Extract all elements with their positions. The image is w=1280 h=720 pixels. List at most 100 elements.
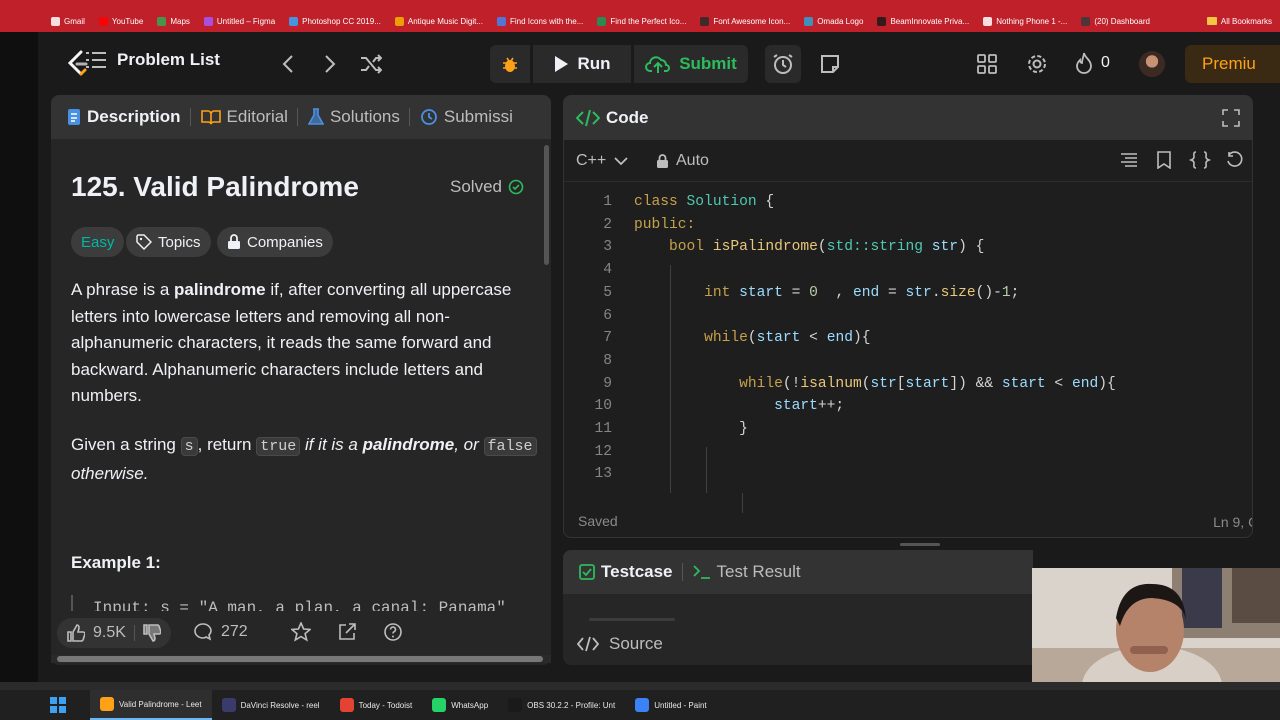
difficulty-label: Easy (81, 233, 115, 251)
bookmark-label: YouTube (111, 16, 144, 26)
scrollbar-thumb[interactable] (57, 656, 543, 662)
help-icon[interactable] (383, 622, 403, 642)
timer-button[interactable] (765, 45, 801, 83)
test-tab-bar: Testcase Test Result (563, 550, 1033, 594)
page-title: 125. Valid Palindrome (71, 171, 359, 202)
code-line: 1 class Solution { (564, 191, 1252, 213)
description-panel: Description Editorial Solutions Submissi… (51, 95, 551, 665)
tab-solutions[interactable]: Solutions (307, 107, 409, 127)
taskbar-item[interactable]: Untitled - Paint (625, 690, 716, 720)
code-content: int start = 0 , end = str.size()-1; (634, 282, 1019, 304)
companies-button[interactable]: Companies (217, 227, 333, 257)
taskbar-item[interactable]: OBS 30.2.2 - Profile: Unt (498, 690, 625, 720)
language-select[interactable]: C++ (576, 152, 628, 170)
thumbs-up-icon[interactable] (67, 624, 85, 642)
prev-problem-icon[interactable] (278, 54, 298, 74)
taskbar-item[interactable]: WhatsApp (422, 690, 498, 720)
bookmark-item[interactable]: YouTube (92, 16, 150, 26)
taskbar-item[interactable]: Valid Palindrome - Leet (90, 690, 212, 720)
bookmarks-bar: Gmail YouTube Maps Untitled – Figma Photosho… (0, 10, 1280, 32)
thumbs-down-icon[interactable] (143, 624, 161, 642)
panel-resize-handle[interactable] (900, 543, 940, 546)
code-panel-title: Code (606, 108, 649, 127)
code-token: int (704, 284, 740, 301)
topics-button[interactable]: Topics (126, 227, 211, 257)
bookmark-item[interactable]: Untitled – Figma (197, 16, 282, 26)
star-icon[interactable] (291, 622, 311, 642)
bookmark-item[interactable]: Find the Perfect Ico... (590, 16, 693, 26)
taskbar-item-label: Untitled - Paint (654, 700, 707, 710)
code-token: class (634, 194, 687, 210)
bug-icon (500, 54, 520, 74)
tab-test-result[interactable]: Test Result (692, 562, 810, 582)
book-icon (200, 109, 221, 125)
description-scrollbar[interactable] (544, 145, 549, 265)
bookmark-item[interactable]: Font Awesome Icon... (693, 16, 797, 26)
bookmark-item[interactable]: Gmail (44, 16, 92, 26)
layout-grid-icon[interactable] (976, 53, 998, 75)
streak-counter[interactable]: 0 (1075, 52, 1110, 74)
run-button[interactable]: Run (533, 45, 631, 83)
bookmark-label: Photoshop CC 2019... (302, 16, 381, 26)
code-token: ){ (1098, 375, 1116, 392)
topics-label: Topics (158, 233, 201, 251)
comments-button[interactable]: 272 (193, 622, 248, 642)
source-button[interactable]: Source (577, 634, 663, 654)
code-token: = (879, 284, 906, 301)
notes-button[interactable] (812, 45, 848, 83)
code-line: 3 bool isPalindrome(std::string str) { (564, 236, 1252, 258)
bookmark-icon[interactable] (1157, 151, 1171, 169)
tab-description[interactable]: Description (67, 107, 190, 127)
reset-icon[interactable] (1226, 151, 1244, 169)
bookmark-item[interactable]: Antique Music Digit... (388, 16, 490, 26)
bookmark-item[interactable]: BeamInnovate Priva... (870, 16, 976, 26)
run-submit-group: Run Submit (490, 45, 748, 83)
document-icon (67, 108, 81, 126)
code-editor[interactable]: 1 class Solution {2 public: 3 bool isPalind… (564, 183, 1252, 513)
expand-icon[interactable] (1222, 109, 1240, 127)
line-number: 10 (594, 398, 612, 415)
debug-button[interactable] (490, 45, 530, 83)
tab-editorial[interactable]: Editorial (200, 107, 297, 127)
submit-button[interactable]: Submit (634, 45, 748, 83)
auto-mode-toggle[interactable]: Auto (656, 152, 709, 170)
bookmark-item[interactable]: (20) Dashboard (1074, 16, 1157, 26)
code-token: start (774, 398, 818, 415)
avatar[interactable] (1139, 51, 1165, 77)
bookmark-item[interactable]: Maps (150, 16, 197, 26)
format-icon[interactable] (1120, 151, 1138, 169)
share-icon[interactable] (337, 622, 357, 642)
all-bookmarks-button[interactable]: All Bookmarks (1206, 10, 1272, 32)
bookmark-item[interactable]: Find Icons with the... (490, 16, 590, 26)
premium-button[interactable]: Premiu (1185, 45, 1280, 83)
problem-list-button[interactable]: Problem List (85, 50, 220, 70)
taskbar-item[interactable]: DaVinci Resolve - reel (212, 690, 330, 720)
tab-submissions[interactable]: Submissi (420, 107, 522, 127)
bookmark-item[interactable]: Nothing Phone 1 -... (976, 16, 1074, 26)
gear-icon[interactable] (1026, 53, 1048, 75)
bookmark-item[interactable]: Photoshop CC 2019... (282, 16, 388, 26)
shuffle-icon[interactable] (359, 53, 383, 75)
solved-label: Solved (450, 177, 502, 196)
vote-divider (133, 625, 135, 641)
tab-solutions-label: Solutions (329, 107, 400, 126)
bookmark-item[interactable]: Omada Logo (797, 16, 870, 26)
code-false: false (483, 437, 537, 456)
taskbar-item-label: Valid Palindrome - Leet (119, 699, 202, 709)
taskbar-item-label: DaVinci Resolve - reel (240, 700, 320, 710)
difficulty-badge: Easy (71, 227, 125, 257)
code-token: isalnum (800, 375, 862, 392)
list-icon (85, 51, 107, 69)
taskbar-item[interactable]: Today - Todoist (330, 690, 423, 720)
vote-group: 9.5K (57, 618, 171, 648)
alarm-clock-icon (772, 53, 794, 75)
windows-start-icon[interactable] (50, 697, 66, 713)
horizontal-scrollbar[interactable] (51, 655, 551, 663)
braces-icon[interactable] (1189, 151, 1211, 169)
next-problem-icon[interactable] (320, 54, 340, 74)
code-brackets-icon (577, 636, 599, 652)
code-token: < (800, 330, 827, 347)
tab-testcase[interactable]: Testcase (579, 562, 682, 582)
code-panel: Code C++ Auto 1 class Solution {2 public: 3… (563, 95, 1253, 538)
run-label: Run (577, 54, 611, 73)
